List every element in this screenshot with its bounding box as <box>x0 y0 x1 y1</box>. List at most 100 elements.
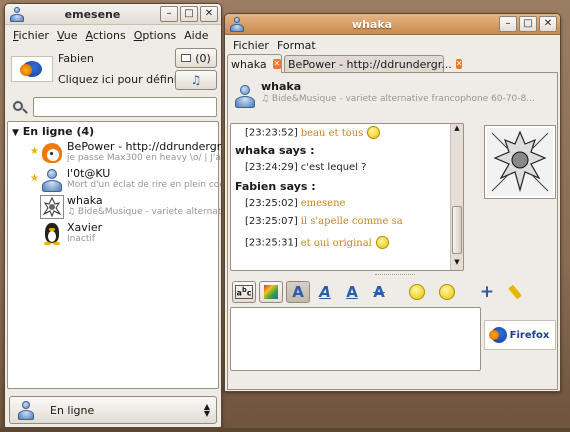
group-label: En ligne (4) <box>22 125 95 138</box>
tab-bepower[interactable]: BePower - http://ddrundergr... ✕ <box>284 55 463 73</box>
menu-fichier[interactable]: Fichier <box>229 39 273 52</box>
underline-button[interactable]: A <box>340 281 364 303</box>
chat-menubar: Fichier Format <box>225 35 560 55</box>
contact-status: Mort d'un éclat de rire en plein coeu <box>67 180 222 190</box>
emesene-app-icon <box>9 6 25 22</box>
sender-header: Fabien says : <box>235 180 316 193</box>
sketch-avatar-icon <box>40 195 64 219</box>
tab-close-icon[interactable]: ✕ <box>272 59 281 69</box>
chat-window-title: whaka <box>351 17 393 31</box>
mail-count: (0) <box>195 51 211 65</box>
firefox-badge-label: Firefox <box>509 329 550 341</box>
message-text: il s'apelle comme sa <box>300 216 403 227</box>
invite-button[interactable]: + <box>475 281 499 303</box>
conversation-scrollbar[interactable]: ▲ ▼ <box>450 124 463 270</box>
desktop-taskbar <box>0 428 570 432</box>
message-timestamp: [23:23:52] <box>245 127 298 139</box>
contact-row[interactable]: ★ BePower - http://ddrunderground. je pa… <box>8 140 221 166</box>
scrollbar-thumb[interactable] <box>452 206 462 254</box>
chat-titlebar[interactable]: whaka – □ ✕ <box>225 14 560 35</box>
menu-fichier[interactable]: Fichier <box>9 29 53 42</box>
chat-contact-name: whaka <box>261 80 302 93</box>
main-window-title: emesene <box>64 7 121 21</box>
contact-row[interactable]: whaka ♫ Bide&Musique - variete alternati… <box>8 194 221 220</box>
status-selector[interactable]: En ligne ▲ ▼ <box>9 396 217 424</box>
message-text: beau et tous <box>300 127 364 139</box>
main-menubar: Fichier Vue Actions Options Aide <box>5 25 221 45</box>
menu-vue[interactable]: Vue <box>53 29 82 42</box>
tab-close-icon[interactable]: ✕ <box>455 59 463 69</box>
firefox-logo-icon <box>20 61 42 77</box>
chat-contact-status: ♫ Bide&Musique - variete alternative fra… <box>261 94 535 104</box>
star-icon: ★ <box>30 173 39 184</box>
message-timestamp: [23:25:07] <box>245 216 298 227</box>
firefox-logo-icon <box>488 327 507 343</box>
bold-button[interactable]: A <box>286 281 310 303</box>
font-button[interactable]: abc <box>232 281 256 303</box>
chat-contact-avatar <box>233 84 257 108</box>
contact-status: Inactif <box>67 234 96 244</box>
emoticon-button[interactable] <box>405 281 429 303</box>
person-status-icon <box>16 400 36 420</box>
search-input[interactable] <box>33 97 217 117</box>
maximize-button[interactable]: □ <box>519 16 537 32</box>
tab-label: whaka <box>231 57 267 71</box>
menu-aide[interactable]: Aide <box>180 29 212 42</box>
user-display-picture: Firefox <box>484 320 556 350</box>
close-button[interactable]: ✕ <box>200 6 218 22</box>
clear-button[interactable] <box>503 281 527 303</box>
sender-header: whaka says : <box>235 144 315 157</box>
sender-label: Fabien says : <box>235 180 316 193</box>
contact-row[interactable]: Xavier Inactif <box>8 221 218 247</box>
user-name: Fabien <box>58 52 94 65</box>
pane-splitter[interactable] <box>375 274 415 278</box>
contact-name: BePower - http://ddrunderground. <box>67 140 222 153</box>
bepower-avatar-icon <box>40 141 64 165</box>
mail-icon <box>181 54 192 62</box>
tab-whaka[interactable]: whaka ✕ <box>227 54 282 73</box>
star-icon: ★ <box>30 146 39 157</box>
menu-format[interactable]: Format <box>273 39 320 52</box>
main-titlebar[interactable]: emesene – □ ✕ <box>5 4 221 25</box>
chat-app-icon <box>229 16 245 32</box>
italic-button[interactable]: A <box>313 281 337 303</box>
contact-row[interactable]: ★ l'0t@KU Mort d'un éclat de rire en ple… <box>8 167 221 193</box>
minimize-button[interactable]: – <box>499 16 517 32</box>
chat-message: [23:25:31] et oui original <box>245 236 389 249</box>
user-personal-message[interactable]: Cliquez ici pour défini... <box>58 73 187 86</box>
contact-name: whaka <box>67 194 103 207</box>
close-button[interactable]: ✕ <box>539 16 557 32</box>
broom-icon <box>508 284 522 300</box>
menu-options[interactable]: Options <box>130 29 180 42</box>
chat-message: [23:24:29] c'est lequel ? <box>245 162 366 173</box>
media-button[interactable]: ♫ <box>175 70 217 90</box>
menu-actions[interactable]: Actions <box>81 29 129 42</box>
tux-icon <box>40 222 64 246</box>
user-avatar[interactable] <box>11 56 53 82</box>
chat-message: [23:25:07] il s'apelle comme sa <box>245 216 403 227</box>
group-header[interactable]: ▼ En ligne (4) <box>12 125 94 138</box>
strike-button[interactable]: A <box>367 281 391 303</box>
maximize-button[interactable]: □ <box>180 6 198 22</box>
contact-status: ♫ Bide&Musique - variete alternative <box>67 207 222 217</box>
smiley-icon <box>375 236 389 249</box>
contact-status: je passe Max300 en heavy \o/ | J'ai e <box>67 153 222 163</box>
status-selector-label: En ligne <box>50 403 95 417</box>
main-window: emesene – □ ✕ Fichier Vue Actions Option… <box>4 3 222 428</box>
mail-button[interactable]: (0) <box>175 48 217 68</box>
smiley-icon <box>367 126 381 139</box>
minimize-button[interactable]: – <box>160 6 178 22</box>
chat-message: [23:25:02] emesene <box>245 198 345 209</box>
message-input[interactable] <box>230 307 481 371</box>
smiley-icon <box>409 284 425 300</box>
contact-display-picture <box>484 125 556 199</box>
message-timestamp: [23:24:29] <box>245 162 298 173</box>
color-button[interactable] <box>259 281 283 303</box>
message-timestamp: [23:25:31] <box>245 237 298 249</box>
wink-button[interactable] <box>435 281 459 303</box>
conversation-view[interactable]: [23:23:52] beau et tous whaka says : [23:24… <box>230 123 464 271</box>
chat-window: whaka – □ ✕ Fichier Format whaka ✕ BePow… <box>224 13 561 392</box>
sender-label: whaka says : <box>235 144 315 157</box>
expander-icon: ▼ <box>12 128 19 138</box>
message-text: emesene <box>300 198 346 209</box>
